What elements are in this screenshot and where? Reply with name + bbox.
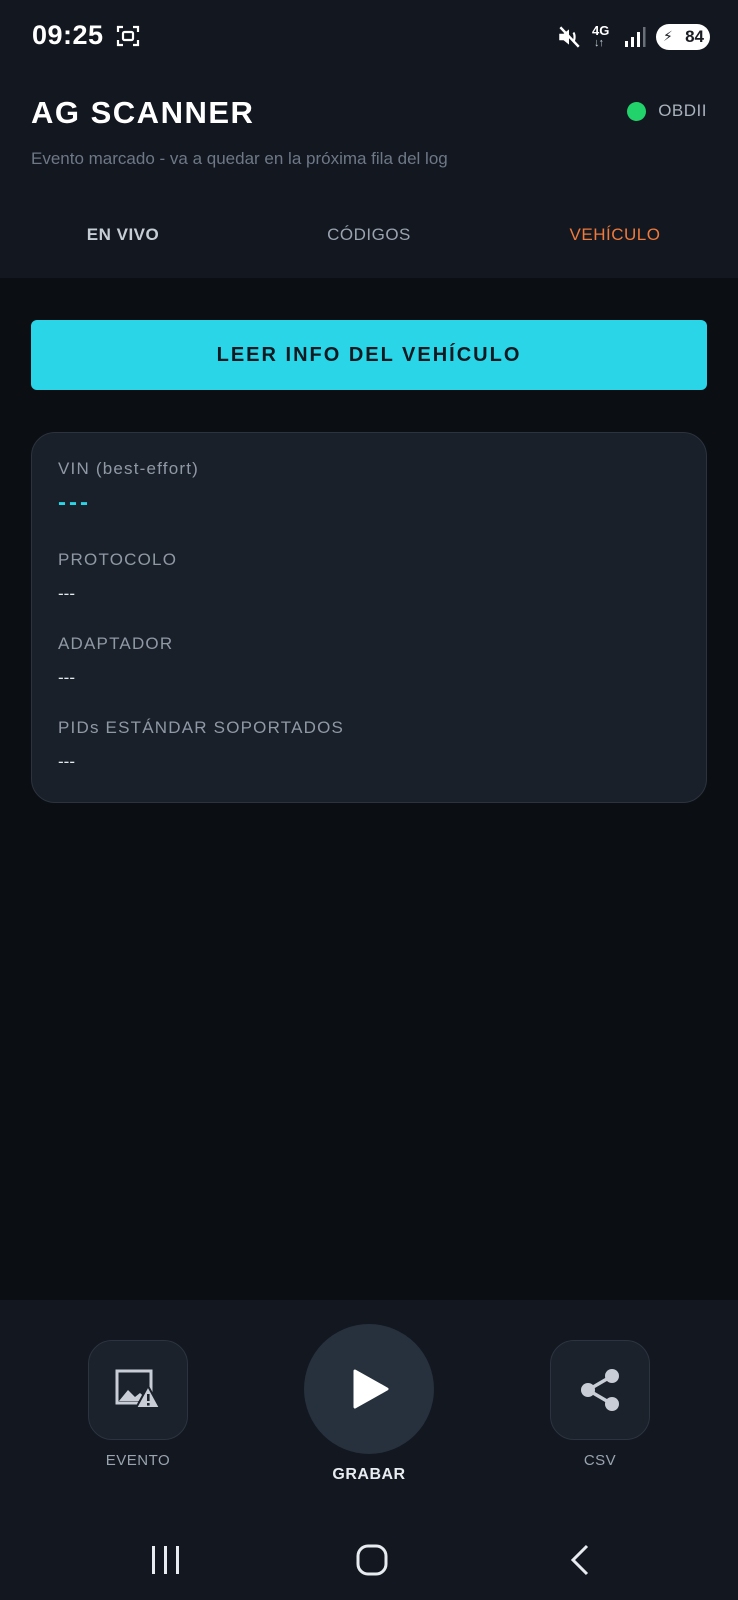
field-label: PROTOCOLO — [58, 550, 178, 569]
network-indicator: 4G ↓↑ — [592, 23, 614, 51]
field-label: PIDs ESTÁNDAR SOPORTADOS — [58, 718, 345, 737]
tab-codigos[interactable]: CÓDIGOS — [246, 205, 492, 265]
tab-bar: EN VIVO CÓDIGOS VEHÍCULO — [0, 205, 738, 265]
signal-icon — [625, 27, 646, 47]
status-bar: 09:25 4G ↓↑ ⚡ 84 — [0, 0, 738, 72]
connection-label: OBDII — [658, 101, 707, 120]
record-label: GRABAR — [332, 1466, 406, 1483]
tab-vehiculo[interactable]: VEHÍCULO — [492, 205, 738, 265]
csv-action: CSV — [550, 1340, 650, 1469]
field-adapter: ADAPTADOR --- — [58, 634, 173, 688]
battery-icon: ⚡ 84 — [656, 24, 710, 50]
network-arrows: ↓↑ — [594, 37, 604, 49]
recent-apps-button[interactable] — [136, 1530, 196, 1590]
image-warning-icon — [115, 1369, 162, 1409]
charging-bolt-icon: ⚡ — [663, 28, 673, 44]
field-supported-pids: PIDs ESTÁNDAR SOPORTADOS --- — [58, 718, 344, 772]
bottom-panel: EVENTO GRABAR CSV — [0, 1300, 738, 1600]
field-value: --- — [58, 752, 75, 771]
share-icon — [581, 1369, 619, 1411]
field-protocol: PROTOCOLO --- — [58, 550, 177, 604]
back-button[interactable] — [550, 1530, 610, 1590]
top-panel: 09:25 4G ↓↑ ⚡ 84 AG SCANNER OBDII Evento… — [0, 0, 738, 278]
vehicle-info-card: VIN (best-effort) --- PROTOCOLO --- ADAP… — [31, 432, 707, 803]
battery-level: 84 — [685, 27, 704, 46]
record-button[interactable] — [304, 1324, 434, 1454]
field-label: ADAPTADOR — [58, 634, 174, 653]
status-icons: 4G ↓↑ ⚡ 84 — [556, 22, 710, 52]
mute-icon — [559, 26, 580, 48]
app-screen: 09:25 4G ↓↑ ⚡ 84 AG SCANNER OBDII Evento… — [0, 0, 738, 1600]
tab-en-vivo[interactable]: EN VIVO — [0, 205, 246, 265]
connection-status: OBDII — [627, 101, 707, 121]
system-nav-bar — [0, 1510, 738, 1600]
field-value: --- — [58, 584, 75, 603]
status-time: 09:25 — [32, 20, 104, 50]
home-icon — [356, 1544, 388, 1576]
csv-label: CSV — [583, 1452, 617, 1469]
field-value: --- — [58, 668, 75, 687]
field-label: VIN (best-effort) — [58, 459, 200, 478]
home-button[interactable] — [342, 1530, 402, 1590]
app-title: AG SCANNER — [31, 95, 255, 130]
field-value: --- — [58, 489, 91, 516]
record-action: GRABAR — [304, 1324, 434, 1484]
status-message: Evento marcado - va a quedar en la próxi… — [31, 149, 448, 168]
event-label: EVENTO — [105, 1452, 171, 1469]
event-button[interactable] — [88, 1340, 188, 1440]
screenshot-icon — [116, 25, 140, 47]
read-vehicle-info-button[interactable]: LEER INFO DEL VEHÍCULO — [31, 320, 707, 390]
connection-status-dot — [627, 101, 647, 121]
network-type: 4G — [592, 23, 610, 38]
play-icon — [353, 1369, 389, 1409]
back-icon — [570, 1544, 589, 1576]
field-vin: VIN (best-effort) --- — [58, 459, 199, 517]
event-action: EVENTO — [88, 1340, 188, 1469]
recent-apps-icon — [152, 1546, 179, 1574]
share-csv-button[interactable] — [550, 1340, 650, 1440]
